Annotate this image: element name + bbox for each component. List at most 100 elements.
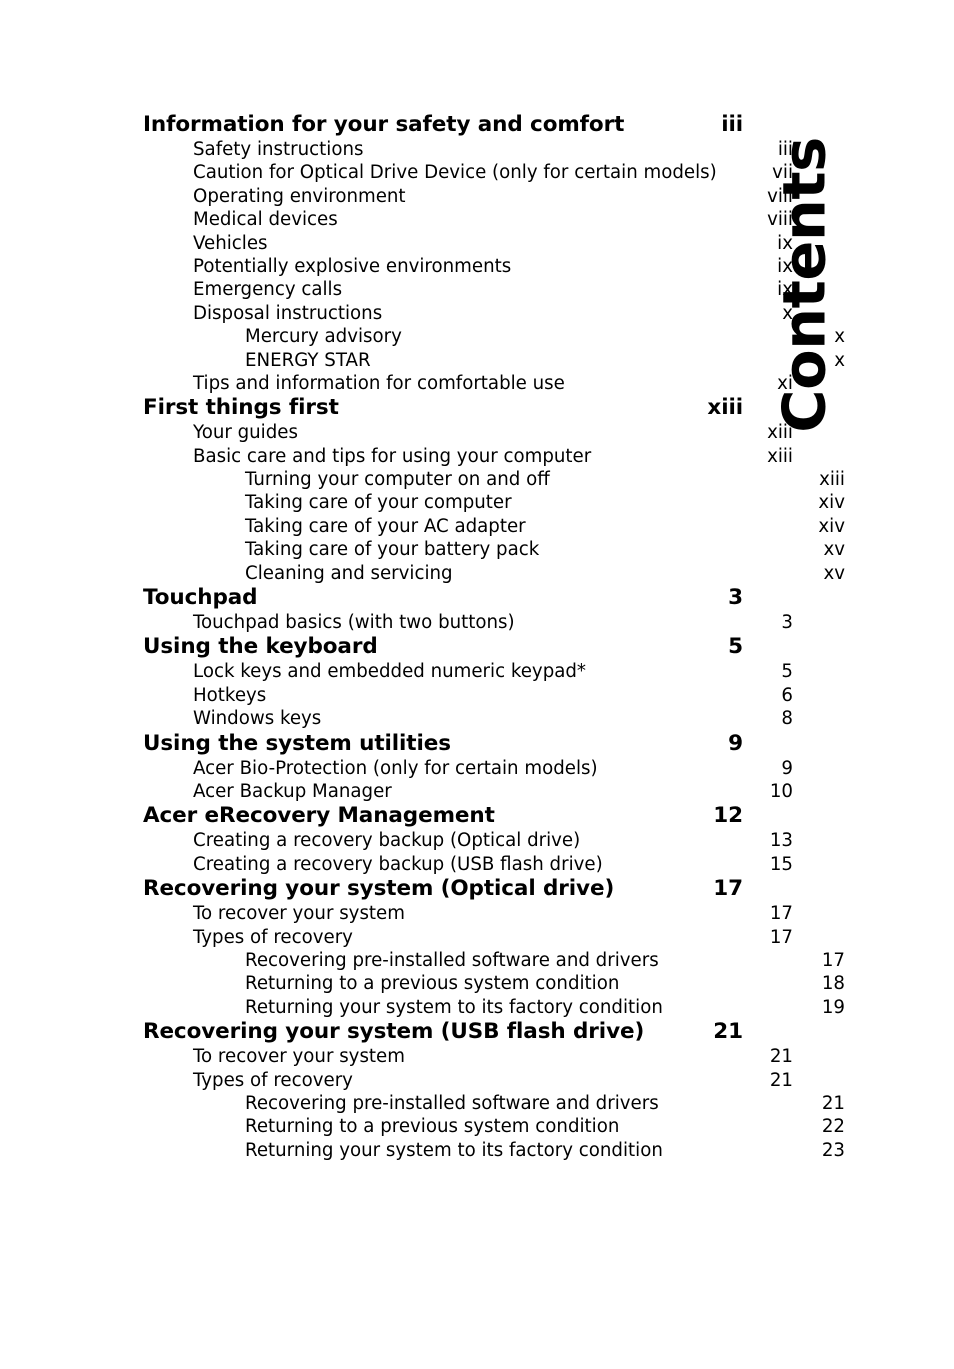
toc-entry-row[interactable]: Hotkeys 6 <box>143 684 793 707</box>
toc-entry-page-number: 22 <box>821 1116 845 1138</box>
toc-entry-row[interactable]: Recovering pre-installed software and dr… <box>143 1092 845 1115</box>
toc-entry-page-number: xv <box>823 539 845 561</box>
toc-entry-label: Taking care of your computer <box>245 492 512 514</box>
toc-entry-page-number: xv <box>823 562 845 584</box>
toc-entry-row[interactable]: Mercury advisory x <box>143 325 845 348</box>
toc-entry-page-number: x <box>834 349 845 371</box>
toc-entry-row[interactable]: Acer Bio-Protection (only for certain mo… <box>143 757 793 780</box>
toc-entry-label: Returning your system to its factory con… <box>245 1139 663 1161</box>
toc-entry-label: Emergency calls <box>193 279 343 301</box>
toc-entry-page-number: 9 <box>728 730 743 756</box>
toc-heading-row[interactable]: Using the system utilities 9 <box>143 731 743 757</box>
toc-entry-row[interactable]: Emergency calls ix <box>143 278 793 301</box>
toc-entry-row[interactable]: Lock keys and embedded numeric keypad* 5 <box>143 660 793 683</box>
toc-entry-label: Information for your safety and comfort <box>143 112 625 137</box>
toc-entry-row[interactable]: Recovering pre-installed software and dr… <box>143 949 845 972</box>
toc-entry-label: To recover your system <box>193 1046 405 1068</box>
toc-entry-label: Tips and information for comfortable use <box>193 372 565 394</box>
toc-heading-row[interactable]: Acer eRecovery Management 12 <box>143 803 743 829</box>
toc-entry-page-number: 18 <box>821 973 845 995</box>
toc-entry-label: Disposal instructions <box>193 302 383 324</box>
toc-entry-label: Touchpad <box>143 585 258 611</box>
toc-entry-label: Turning your computer on and off <box>245 469 550 491</box>
toc-entry-page-number: viii <box>767 209 793 231</box>
toc-entry-label: Recovering pre-installed software and dr… <box>245 1092 659 1114</box>
toc-entry-page-number: 21 <box>713 1019 743 1045</box>
toc-entry-row[interactable]: ENERGY STAR x <box>143 349 845 372</box>
toc-entry-row[interactable]: Returning to a previous system condition… <box>143 972 845 995</box>
toc-entry-page-number: 17 <box>769 926 793 948</box>
toc-entry-row[interactable]: To recover your system 17 <box>143 902 793 925</box>
toc-entry-label: Basic care and tips for using your compu… <box>193 445 592 467</box>
toc-heading-row[interactable]: Recovering your system (USB flash drive)… <box>143 1019 743 1045</box>
toc-entry-label: Types of recovery <box>193 926 353 948</box>
toc-entry-page-number: 23 <box>821 1139 845 1161</box>
toc-entry-label: Caution for Optical Drive Device (only f… <box>193 162 717 184</box>
toc-entry-label: Hotkeys <box>193 684 267 706</box>
toc-entry-page-number: ix <box>777 232 793 254</box>
toc-entry-row[interactable]: Taking care of your AC adapter xiv <box>143 515 845 538</box>
toc-entry-label: Acer Backup Manager <box>193 780 392 802</box>
toc-heading-row[interactable]: Information for your safety and comfort i… <box>143 112 743 138</box>
toc-entry-row[interactable]: Returning to a previous system condition… <box>143 1115 845 1138</box>
toc-entry-page-number: vii <box>772 162 793 184</box>
toc-entry-page-number: xiii <box>767 422 793 444</box>
toc-entry-page-number: 10 <box>769 780 793 802</box>
toc-entry-row[interactable]: Types of recovery 21 <box>143 1069 793 1092</box>
toc-entry-page-number: 17 <box>821 949 845 971</box>
toc-entry-row[interactable]: Basic care and tips for using your compu… <box>143 445 793 468</box>
toc-heading-row[interactable]: Using the keyboard 5 <box>143 634 743 660</box>
toc-entry-row[interactable]: Potentially explosive environments ix <box>143 255 793 278</box>
toc-entry-row[interactable]: Types of recovery 17 <box>143 926 793 949</box>
toc-entry-row[interactable]: To recover your system 21 <box>143 1045 793 1068</box>
toc-entry-page-number: xiv <box>818 515 845 537</box>
toc-entry-row[interactable]: Creating a recovery backup (Optical driv… <box>143 829 793 852</box>
toc-entry-row[interactable]: Operating environment viii <box>143 185 793 208</box>
toc-entry-row[interactable]: Returning your system to its factory con… <box>143 996 845 1019</box>
toc-entry-label: Touchpad basics (with two buttons) <box>193 612 515 634</box>
toc-entry-label: Cleaning and servicing <box>245 562 453 584</box>
toc-entry-row[interactable]: Medical devices viii <box>143 208 793 231</box>
toc-heading-row[interactable]: Touchpad 3 <box>143 585 743 611</box>
toc-entry-label: Medical devices <box>193 209 338 231</box>
toc-entry-page-number: xiii <box>707 395 743 421</box>
toc-entry-row[interactable]: Turning your computer on and off xiii <box>143 468 845 491</box>
toc-heading-row[interactable]: First things first xiii <box>143 395 743 421</box>
toc-entry-row[interactable]: Disposal instructions x <box>143 302 793 325</box>
toc-entry-page-number: 19 <box>821 996 845 1018</box>
toc-entry-row[interactable]: Tips and information for comfortable use… <box>143 372 793 395</box>
toc-entry-row[interactable]: Acer Backup Manager 10 <box>143 780 793 803</box>
toc-entry-page-number: 17 <box>769 903 793 925</box>
toc-entry-page-number: 5 <box>728 634 743 660</box>
toc-entry-row[interactable]: Touchpad basics (with two buttons) 3 <box>143 611 793 634</box>
toc-entry-label: Your guides <box>193 422 298 444</box>
toc-entry-page-number: 6 <box>781 684 793 706</box>
toc-entry-row[interactable]: Returning your system to its factory con… <box>143 1139 845 1162</box>
toc-entry-label: Vehicles <box>193 232 268 254</box>
toc-entry-row[interactable]: Taking care of your computer xiv <box>143 491 845 514</box>
toc-entry-row[interactable]: Taking care of your battery pack xv <box>143 538 845 561</box>
toc-entry-label: Operating environment <box>193 185 406 207</box>
toc-entry-label: Returning to a previous system condition <box>245 1116 620 1138</box>
toc-entry-row[interactable]: Your guides xiii <box>143 421 793 444</box>
toc-entry-row[interactable]: Creating a recovery backup (USB flash dr… <box>143 853 793 876</box>
toc-entry-label: Windows keys <box>193 708 322 730</box>
toc-entry-label: Acer eRecovery Management <box>143 803 495 829</box>
toc-entry-label: Recovering your system (USB flash drive) <box>143 1019 645 1045</box>
toc-entry-label: Using the keyboard <box>143 634 378 660</box>
toc-entry-page-number: xi <box>777 372 793 394</box>
toc-entry-row[interactable]: Vehicles ix <box>143 232 793 255</box>
toc-entry-page-number: 21 <box>821 1092 845 1114</box>
toc-entry-row[interactable]: Safety instructions iii <box>143 138 793 161</box>
toc-entry-page-number: xiii <box>819 469 845 491</box>
toc-entry-page-number: xiii <box>767 445 793 467</box>
toc-entry-page-number: 3 <box>781 612 793 634</box>
toc-entry-row[interactable]: Caution for Optical Drive Device (only f… <box>143 161 793 184</box>
toc-entry-page-number: 13 <box>769 830 793 852</box>
toc-entry-label: Using the system utilities <box>143 730 451 756</box>
toc-entry-label: Lock keys and embedded numeric keypad* <box>193 661 587 683</box>
toc-heading-row[interactable]: Recovering your system (Optical drive) 17 <box>143 876 743 902</box>
toc-entry-row[interactable]: Cleaning and servicing xv <box>143 562 845 585</box>
toc-entry-page-number: iii <box>777 139 793 160</box>
toc-entry-row[interactable]: Windows keys 8 <box>143 707 793 730</box>
